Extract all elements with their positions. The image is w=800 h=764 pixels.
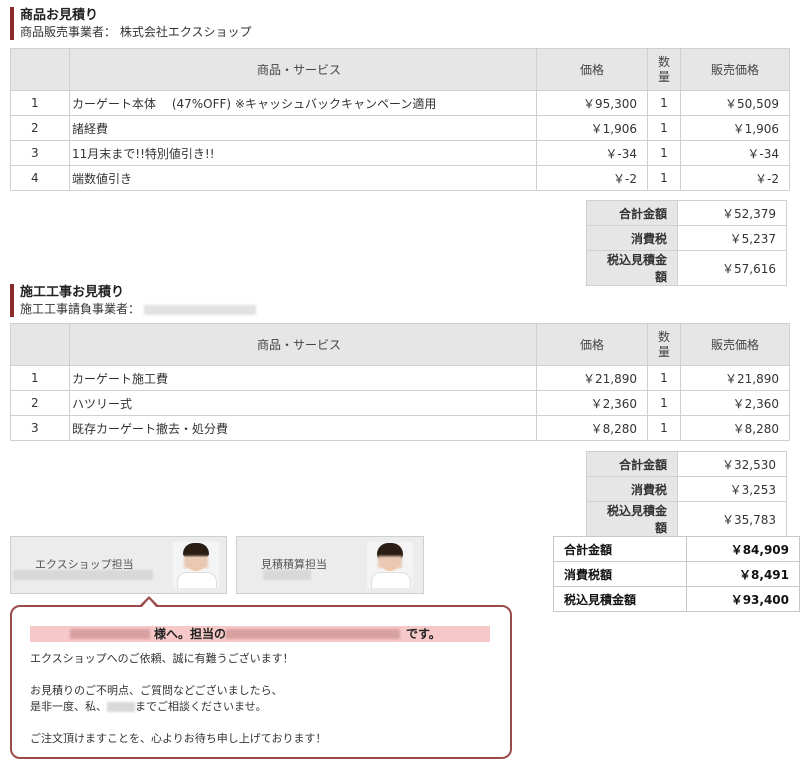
message-bubble: 様へ。担当の です。 エクスショップへのご依頼、誠に有難うございます！ お見積り… bbox=[10, 596, 512, 759]
col-no bbox=[10, 323, 70, 366]
message-line-1: エクスショップへのご依頼、誠に有難うございます！ bbox=[30, 652, 294, 665]
work-estimate-header: 施工工事お見積り 施工工事請負事業者： bbox=[10, 284, 257, 317]
greeting-line: 様へ。担当の です。 bbox=[30, 626, 490, 642]
table-row: 3 既存カーゲート撤去・処分費 ￥8,280 1 ￥8,280 bbox=[10, 415, 790, 441]
table-row: 2 諸経費 ￥1,906 1 ￥1,906 bbox=[10, 115, 790, 141]
col-sale: 販売価格 bbox=[680, 48, 790, 91]
table-row: 1 カーゲート施工費 ￥21,890 1 ￥21,890 bbox=[10, 365, 790, 391]
product-estimate-header: 商品お見積り 商品販売事業者： 株式会社エクスショップ bbox=[10, 7, 252, 40]
redacted-customer-name bbox=[70, 629, 150, 639]
summary-row: 消費税 ￥5,237 bbox=[586, 225, 787, 251]
estimator-staff-card: 見積積算担当 bbox=[236, 536, 424, 594]
work-vendor: 施工工事請負事業者： bbox=[20, 301, 257, 317]
message-line-2: お見積りのご不明点、ご質問などございましたら、 bbox=[30, 684, 283, 697]
product-estimate-title: 商品お見積り bbox=[20, 8, 99, 23]
redacted-vendor-name bbox=[144, 304, 257, 315]
message-line-4: ご注文頂けますことを、心よりお待ち申し上げております！ bbox=[30, 732, 327, 745]
work-estimate-title: 施工工事お見積り bbox=[20, 285, 125, 300]
table-header-row: 商品・サービス 価格 数量 販売価格 bbox=[10, 48, 790, 91]
table-row: 4 端数値引き ￥-2 1 ￥-2 bbox=[10, 165, 790, 191]
table-row: 2 ハツリー式 ￥2,360 1 ￥2,360 bbox=[10, 390, 790, 416]
col-no bbox=[10, 48, 70, 91]
product-items-table: 商品・サービス 価格 数量 販売価格 1 カーゲート本体 (47%OFF) ※キ… bbox=[10, 48, 790, 191]
table-row: 3 11月末まで!!特別値引き!! ￥-34 1 ￥-34 bbox=[10, 140, 790, 166]
product-summary-table: 合計金額 ￥52,379 消費税 ￥5,237 税込見積金額 ￥57,616 bbox=[586, 200, 787, 286]
staff-photo-female bbox=[367, 542, 413, 588]
product-vendor: 商品販売事業者： 株式会社エクスショップ bbox=[20, 25, 252, 39]
grand-total-table: 合計金額 ￥84,909 消費税額 ￥8,491 税込見積金額 ￥93,400 bbox=[552, 536, 800, 612]
redacted-staff-name bbox=[13, 570, 153, 580]
grand-total-row: 合計金額 ￥84,909 bbox=[552, 536, 800, 562]
grand-tax-row: 消費税額 ￥8,491 bbox=[552, 561, 800, 587]
col-sale: 販売価格 bbox=[680, 323, 790, 366]
summary-row: 合計金額 ￥52,379 bbox=[586, 200, 787, 226]
grand-incl-tax-row: 税込見積金額 ￥93,400 bbox=[552, 586, 800, 612]
col-name: 商品・サービス bbox=[69, 323, 537, 366]
redacted-estimator-name bbox=[263, 570, 311, 580]
summary-row: 税込見積金額 ￥35,783 bbox=[586, 501, 787, 537]
summary-row: 税込見積金額 ￥57,616 bbox=[586, 250, 787, 286]
redacted-staff-name bbox=[226, 629, 400, 639]
product-vendor-name: 株式会社エクスショップ bbox=[119, 25, 252, 39]
col-name: 商品・サービス bbox=[69, 48, 537, 91]
staff-photo-male bbox=[173, 542, 219, 588]
redacted-name bbox=[107, 702, 135, 712]
table-row: 1 カーゲート本体 (47%OFF) ※キャッシュバックキャンペーン適用 ￥95… bbox=[10, 90, 790, 116]
table-header-row: 商品・サービス 価格 数量 販売価格 bbox=[10, 323, 790, 366]
work-items-table: 商品・サービス 価格 数量 販売価格 1 カーゲート施工費 ￥21,890 1 … bbox=[10, 323, 790, 441]
col-price: 価格 bbox=[535, 323, 648, 366]
exshop-staff-card: エクスショップ担当 bbox=[10, 536, 227, 594]
work-summary-table: 合計金額 ￥32,530 消費税 ￥3,253 税込見積金額 ￥35,783 bbox=[586, 451, 787, 537]
col-qty: 数量 bbox=[646, 323, 682, 366]
summary-row: 合計金額 ￥32,530 bbox=[586, 451, 787, 477]
summary-row: 消費税 ￥3,253 bbox=[586, 476, 787, 502]
col-qty: 数量 bbox=[646, 48, 682, 91]
message-line-3: 是非一度、私、 までご相談くださいませ。 bbox=[30, 700, 267, 713]
col-price: 価格 bbox=[535, 48, 648, 91]
